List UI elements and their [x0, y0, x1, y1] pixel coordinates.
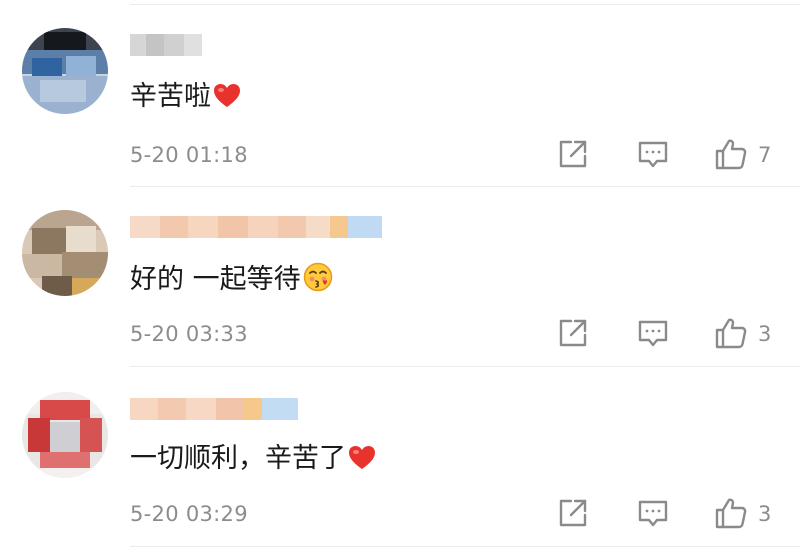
like-button[interactable] — [711, 493, 751, 533]
comment-body: 好的 一起等待 — [130, 264, 301, 295]
comment-item: 一切顺利，辛苦了 5-20 03:29 3 — [0, 360, 800, 540]
comment-icon — [638, 500, 668, 527]
like-count: 3 — [758, 502, 772, 526]
red-heart-icon — [348, 445, 376, 480]
share-button[interactable] — [553, 493, 593, 533]
comment-item: 辛苦啦 5-20 01:18 7 — [0, 0, 800, 180]
comment-icon — [638, 320, 668, 347]
avatar[interactable] — [22, 28, 108, 114]
thumbs-up-icon — [715, 318, 747, 349]
avatar[interactable] — [22, 210, 108, 296]
comment-icon — [638, 141, 668, 168]
share-button[interactable] — [553, 134, 593, 174]
share-icon — [559, 499, 587, 527]
comment-list: 辛苦啦 5-20 01:18 7 好的 一起等待 5-20 03:33 3 一切… — [0, 0, 800, 550]
like-count: 7 — [758, 143, 772, 167]
username[interactable] — [130, 398, 298, 420]
comment-text: 一切顺利，辛苦了 — [130, 442, 376, 480]
divider — [130, 546, 800, 547]
timestamp: 5-20 03:29 — [130, 502, 248, 526]
share-icon — [559, 140, 587, 168]
timestamp: 5-20 03:33 — [130, 322, 248, 346]
comment-item: 好的 一起等待 5-20 03:33 3 — [0, 180, 800, 360]
reply-button[interactable] — [633, 134, 673, 174]
comment-body: 辛苦啦 — [130, 81, 211, 112]
username[interactable] — [130, 34, 202, 56]
avatar[interactable] — [22, 392, 108, 478]
kissing-face-icon — [303, 262, 333, 301]
share-button[interactable] — [553, 313, 593, 353]
like-button[interactable] — [711, 313, 751, 353]
reply-button[interactable] — [633, 493, 673, 533]
username[interactable] — [130, 216, 382, 238]
comment-text: 好的 一起等待 — [130, 262, 333, 301]
reply-button[interactable] — [633, 313, 673, 353]
red-heart-icon — [213, 83, 241, 118]
comment-text: 辛苦啦 — [130, 80, 241, 118]
comment-body: 一切顺利，辛苦了 — [130, 443, 346, 474]
share-icon — [559, 319, 587, 347]
like-button[interactable] — [711, 134, 751, 174]
thumbs-up-icon — [715, 139, 747, 170]
like-count: 3 — [758, 322, 772, 346]
thumbs-up-icon — [715, 498, 747, 529]
timestamp: 5-20 01:18 — [130, 143, 248, 167]
